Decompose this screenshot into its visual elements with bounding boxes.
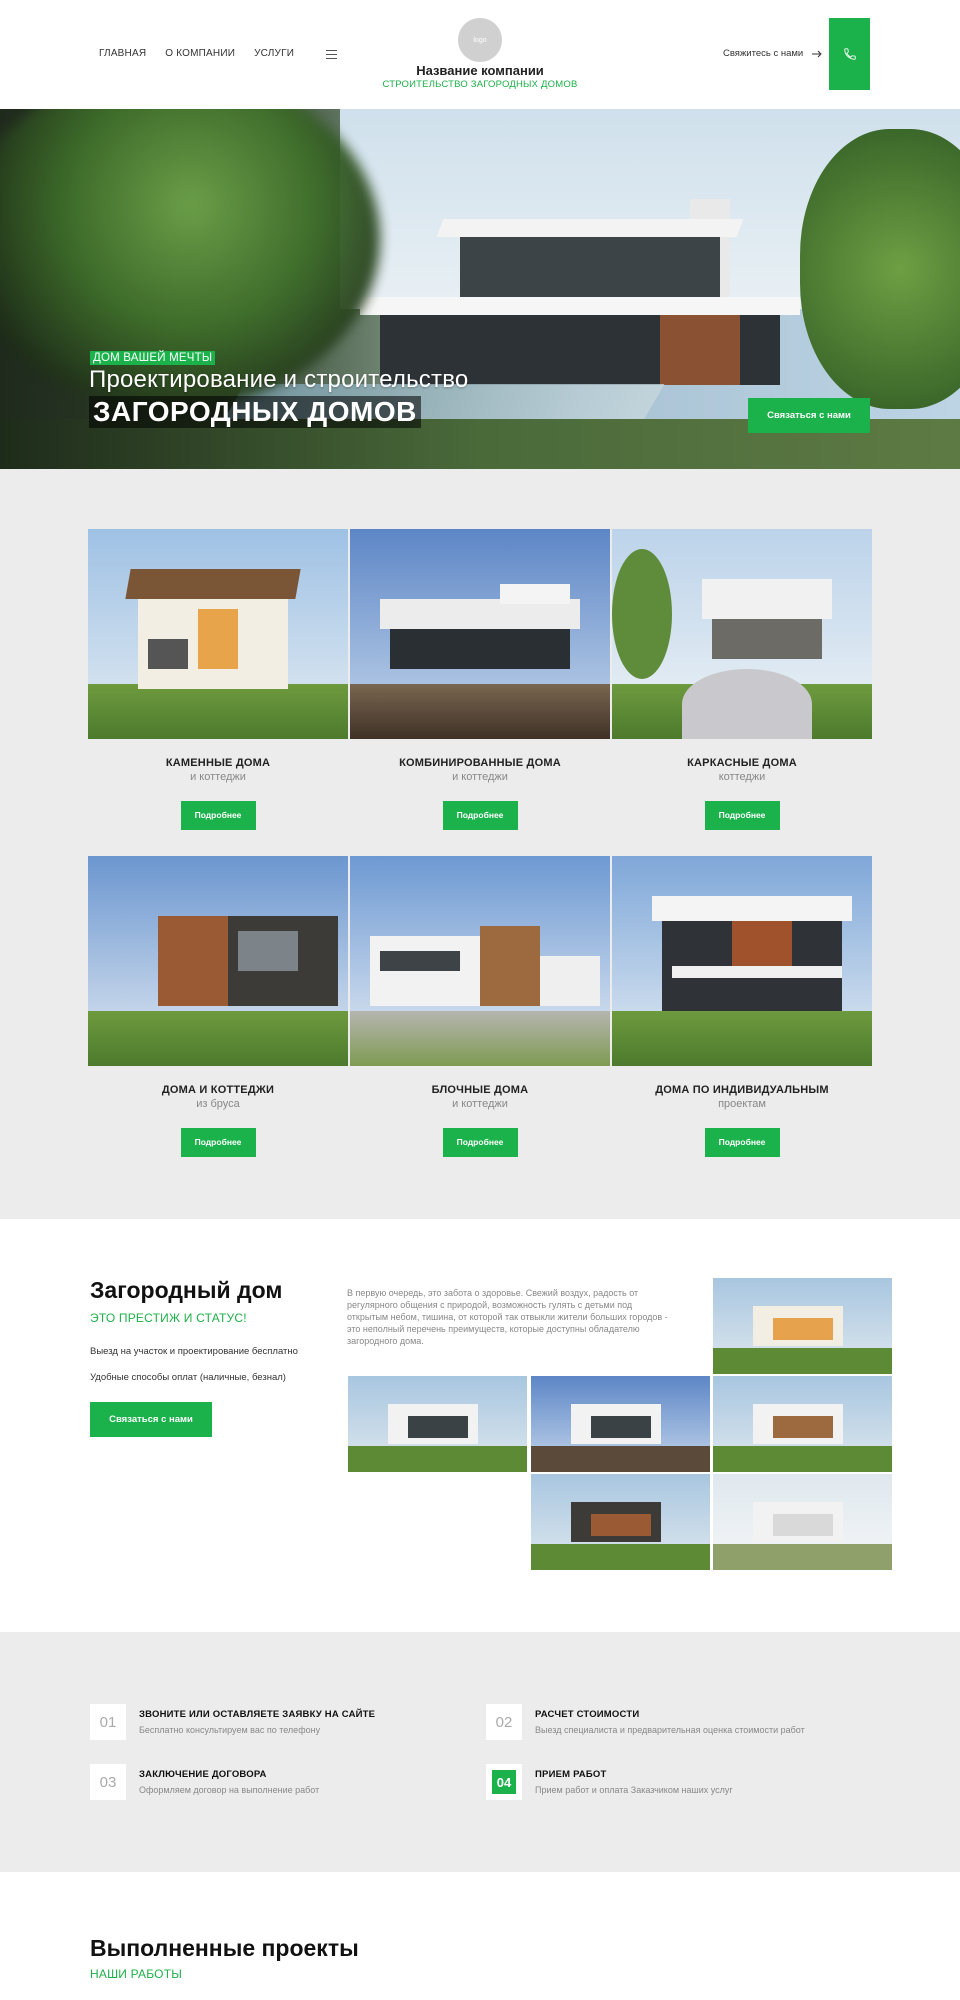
card-more-button[interactable]: Подробнее [180, 1128, 256, 1157]
card-more-button[interactable]: Подробнее [180, 801, 256, 830]
nav-about[interactable]: О КОМПАНИИ [165, 48, 235, 59]
nav-home[interactable]: ГЛАВНАЯ [99, 48, 146, 59]
step-item: 01 ЗВОНИТЕ ИЛИ ОСТАВЛЯЕТЕ ЗАЯВКУ НА САЙТ… [90, 1704, 470, 1740]
gallery-image[interactable] [713, 1474, 892, 1570]
gallery-image[interactable] [348, 1376, 527, 1472]
projects-title: Выполненные проекты [90, 1935, 359, 1961]
catalog-card: КАРКАСНЫЕ ДОМА коттеджи Подробнее [612, 529, 872, 830]
phone-icon [843, 48, 856, 60]
about-benefit: Удобные способы оплат (наличные, безнал) [90, 1372, 286, 1383]
catalog-card: ДОМА И КОТТЕДЖИ из бруса Подробнее [88, 856, 348, 1157]
gallery-image[interactable] [713, 1278, 892, 1374]
step-item: 03 ЗАКЛЮЧЕНИЕ ДОГОВОРА Оформляем договор… [90, 1764, 470, 1800]
arrow-right-icon [812, 50, 822, 57]
about-paragraph: В первую очередь, это забота о здоровье.… [347, 1288, 668, 1346]
card-image[interactable] [612, 856, 872, 1066]
card-title: КАРКАСНЫЕ ДОМА [687, 757, 797, 769]
main-nav: ГЛАВНАЯ О КОМПАНИИ УСЛУГИ [99, 48, 294, 59]
card-title: ДОМА И КОТТЕДЖИ [161, 1084, 275, 1096]
hero-house-image [360, 179, 840, 389]
catalog-card: КОМБИНИРОВАННЫЕ ДОМА и коттеджи Подробне… [350, 529, 610, 830]
card-subtitle: коттеджи [718, 771, 766, 783]
menu-icon[interactable] [326, 50, 337, 59]
catalog-card: БЛОЧНЫЕ ДОМА и коттеджи Подробнее [350, 856, 610, 1157]
step-number-active: 04 [486, 1764, 522, 1800]
site-header: ГЛАВНАЯ О КОМПАНИИ УСЛУГИ logo Название … [0, 0, 960, 109]
catalog-card: ДОМА ПО ИНДИВИДУАЛЬНЫМ проектам Подробне… [612, 856, 872, 1157]
step-title: РАСЧЕТ СТОИМОСТИ [535, 1709, 640, 1720]
card-subtitle: проектам [718, 1098, 766, 1110]
step-title: ПРИЕМ РАБОТ [535, 1769, 607, 1780]
about-slogan: ЭТО ПРЕСТИЖ И СТАТУС! [90, 1311, 247, 1325]
hero-contact-button[interactable]: Связаться с нами [748, 398, 870, 433]
logo[interactable]: logo [458, 18, 502, 62]
step-number: 02 [486, 1704, 522, 1740]
card-image[interactable] [350, 856, 610, 1066]
gallery-image[interactable] [713, 1376, 892, 1472]
card-more-button[interactable]: Подробнее [704, 801, 780, 830]
card-subtitle: и коттеджи [190, 771, 246, 783]
card-image[interactable] [88, 529, 348, 739]
step-description: Оформляем договор на выполнение работ [139, 1785, 320, 1795]
card-image[interactable] [612, 529, 872, 739]
company-tagline: СТРОИТЕЛЬСТВО ЗАГОРОДНЫХ ДОМОВ [382, 79, 578, 90]
catalog-card: КАМЕННЫЕ ДОМА и коттеджи Подробнее [88, 529, 348, 830]
card-image[interactable] [350, 529, 610, 739]
step-item: 02 РАСЧЕТ СТОИМОСТИ Выезд специалиста и … [486, 1704, 866, 1740]
contact-link-label: Свяжитесь с нами [723, 48, 804, 59]
step-description: Прием работ и оплата Заказчиком наших ус… [535, 1785, 733, 1795]
card-more-button[interactable]: Подробнее [442, 801, 518, 830]
card-subtitle: из бруса [196, 1098, 240, 1110]
about-contact-button[interactable]: Связаться с нами [90, 1402, 212, 1437]
step-number: 04 [492, 1770, 516, 1794]
card-title: БЛОЧНЫЕ ДОМА [431, 1084, 529, 1096]
about-benefit: Выезд на участок и проектирование беспла… [90, 1346, 298, 1357]
about-section: Загородный дом ЭТО ПРЕСТИЖ И СТАТУС! Вые… [0, 1219, 960, 1632]
step-item: 04 ПРИЕМ РАБОТ Прием работ и оплата Зака… [486, 1764, 866, 1800]
contact-link[interactable]: Свяжитесь с нами [723, 48, 823, 59]
card-subtitle: и коттеджи [452, 771, 508, 783]
company-name: Название компании [416, 63, 544, 78]
card-title: ДОМА ПО ИНДИВИДУАЛЬНЫМ [655, 1084, 829, 1096]
gallery-image[interactable] [531, 1474, 710, 1570]
hero-title-big: ЗАГОРОДНЫХ ДОМОВ [89, 396, 421, 428]
card-more-button[interactable]: Подробнее [704, 1128, 780, 1157]
gallery-image[interactable] [531, 1376, 710, 1472]
step-title: ЗАКЛЮЧЕНИЕ ДОГОВОРА [139, 1769, 267, 1780]
hero-tag: ДОМ ВАШЕЙ МЕЧТЫ [90, 351, 216, 365]
card-image[interactable] [88, 856, 348, 1066]
phone-button[interactable] [829, 18, 870, 90]
step-title: ЗВОНИТЕ ИЛИ ОСТАВЛЯЕТЕ ЗАЯВКУ НА САЙТЕ [139, 1709, 376, 1720]
step-description: Выезд специалиста и предварительная оцен… [535, 1725, 805, 1735]
hero-title: Проектирование и строительство [89, 366, 469, 393]
card-subtitle: и коттеджи [452, 1098, 508, 1110]
projects-section: Выполненные проекты НАШИ РАБОТЫ [0, 1872, 960, 2000]
step-description: Бесплатно консультируем вас по телефону [139, 1725, 321, 1735]
card-title: КАМЕННЫЕ ДОМА [165, 757, 271, 769]
catalog-section: КАМЕННЫЕ ДОМА и коттеджи Подробнее КОМБИ… [0, 469, 960, 1219]
steps-section: 01 ЗВОНИТЕ ИЛИ ОСТАВЛЯЕТЕ ЗАЯВКУ НА САЙТ… [0, 1632, 960, 1872]
card-more-button[interactable]: Подробнее [442, 1128, 518, 1157]
nav-services[interactable]: УСЛУГИ [254, 48, 294, 59]
step-number: 01 [90, 1704, 126, 1740]
about-title: Загородный дом [90, 1277, 283, 1303]
projects-subtitle: НАШИ РАБОТЫ [90, 1967, 183, 1981]
step-number: 03 [90, 1764, 126, 1800]
card-title: КОМБИНИРОВАННЫЕ ДОМА [399, 757, 561, 769]
